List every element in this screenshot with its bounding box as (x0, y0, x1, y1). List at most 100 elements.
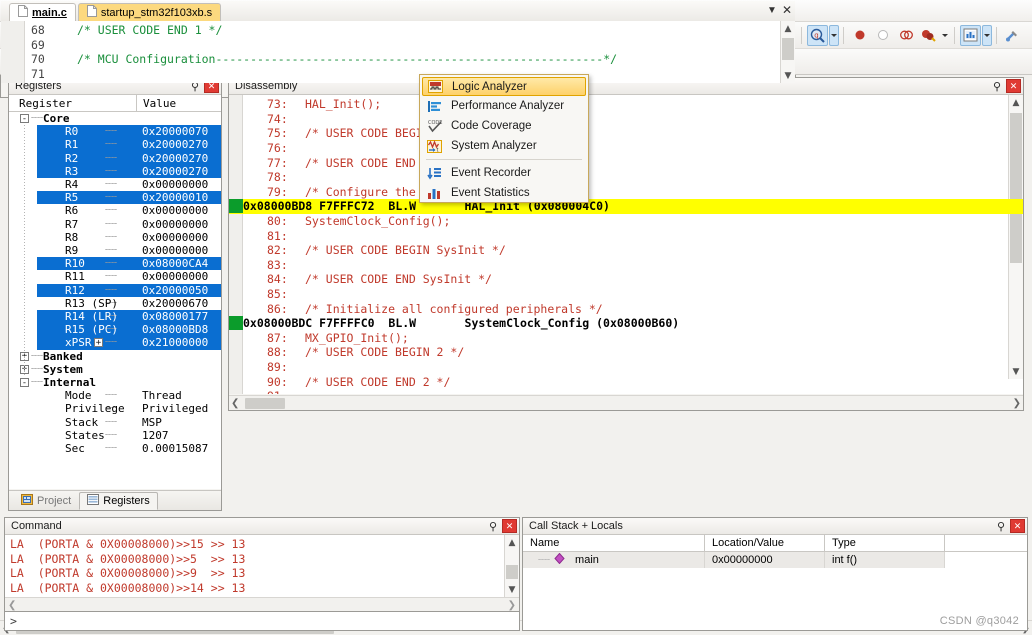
kill-all-breakpoints-icon[interactable] (918, 25, 939, 46)
register-row[interactable]: ┄┄ States 1207 (9, 429, 221, 442)
source-line[interactable]: 71 (1, 67, 795, 82)
disassembly-source-line[interactable]: 80: SystemClock_Config(); (229, 214, 1023, 229)
disassembly-source-line[interactable]: 83: (229, 258, 1023, 273)
disassembly-horizontal-scrollbar[interactable]: ❮ ❯ (229, 395, 1023, 410)
command-output-log[interactable]: ▲ ▼ LA (PORTA & 0X00008000)>>15 >> 13 LA … (5, 535, 519, 597)
breakpoint-marker-icon[interactable] (229, 316, 243, 331)
collapse-toggle-icon[interactable]: - (20, 114, 29, 123)
magnify-icon[interactable]: q (807, 24, 828, 46)
register-row[interactable]: ┄┄ Stack MSP (9, 416, 221, 429)
pin-icon[interactable]: ⚲ (990, 79, 1004, 93)
tab-registers[interactable]: Registers (79, 492, 158, 510)
disassembly-source-line[interactable]: 74: (229, 112, 1023, 127)
configure-wizard-icon[interactable] (1002, 25, 1023, 46)
register-row[interactable]: ┄┄ R0 0x20000070 (37, 125, 221, 139)
registers-tree[interactable]: - ┄┄ Core ┄┄ R0 0x20000070 ┄┄ R1 0x20000270 ┄┄ R2 0… (9, 112, 221, 489)
disassembly-source-line[interactable]: 77:/* USER CODE END Init */ (229, 155, 1023, 170)
disassembly-source-line[interactable]: 84: /* USER CODE END SysInit */ (229, 272, 1023, 287)
close-tab-icon[interactable]: ✕ (782, 3, 792, 17)
disassembly-source-line[interactable]: 85: (229, 287, 1023, 302)
close-icon[interactable]: ✕ (1006, 79, 1021, 93)
register-row[interactable]: ┄┄ R11 0x00000000 (9, 270, 221, 283)
disassembly-source-line[interactable]: 78: (229, 170, 1023, 185)
scroll-left-arrow[interactable]: ❮ (231, 398, 239, 409)
disassembly-source-line[interactable]: 91: (229, 389, 1023, 394)
menu-item-event-recorder[interactable]: Event Recorder (420, 163, 588, 183)
insert-breakpoint-icon[interactable] (849, 25, 870, 46)
system-viewer-dropdown-arrow[interactable] (982, 24, 992, 46)
register-row[interactable]: ┄┄ Sec 0.00015087 (9, 442, 221, 455)
system-viewer-icon[interactable] (960, 24, 981, 46)
source-line[interactable]: 70 /* MCU Configuration------------------… (1, 52, 795, 67)
close-icon[interactable]: ✕ (1010, 519, 1025, 533)
pin-icon[interactable]: ⚲ (486, 519, 500, 533)
scroll-right-arrow[interactable]: ❯ (508, 600, 516, 611)
register-row[interactable]: ┄┄ R7 0x00000000 (9, 218, 221, 231)
register-row[interactable]: ┄┄ Privilege Privileged (9, 402, 221, 415)
scroll-left-arrow[interactable]: ❮ (8, 600, 16, 611)
register-row[interactable]: ┄┄ R8 0x00000000 (9, 231, 221, 244)
disassembly-source-line[interactable]: 75:/* USER CODE BEGIN Init */ (229, 126, 1023, 141)
register-row[interactable]: - ┄┄ Core (9, 112, 221, 125)
command-vertical-scrollbar[interactable]: ▲ ▼ (504, 535, 519, 597)
disassembly-instruction[interactable]: 0x08000BDC F7FFFFC0 BL.W SystemClock_Con… (229, 316, 1023, 331)
source-line[interactable]: 68 /* USER CODE END 1 */ (1, 23, 795, 38)
call-stack-rows[interactable]: ┄┄ main 0x00000000 int f() CSDN @q3042 (523, 552, 1027, 630)
disassembly-source-line[interactable]: 73: HAL_Init(); (229, 97, 1023, 112)
register-row[interactable]: ┄┄ R9 0x00000000 (9, 244, 221, 257)
tab-list-dropdown-icon[interactable]: ▼ (767, 5, 777, 16)
disassembly-source-line[interactable]: 81: (229, 228, 1023, 243)
editor-tab-main-c[interactable]: main.c (9, 3, 76, 21)
register-row[interactable]: ┄┄ R1 0x20000270 (37, 138, 221, 152)
register-row[interactable]: - ┄┄ Internal (9, 376, 221, 389)
register-row[interactable]: +┄┄Banked (9, 350, 221, 363)
register-row[interactable]: ┄┄ R2 0x20000270 (37, 151, 221, 165)
pin-icon[interactable]: ⚲ (994, 519, 1008, 533)
analysis-windows-menu[interactable]: Logic Analyzer Performance Analyzer CODE Co… (419, 74, 589, 203)
scroll-up-arrow[interactable]: ▲ (505, 535, 519, 550)
disassembly-source-line[interactable]: 90: /* USER CODE END 2 */ (229, 374, 1023, 389)
disable-breakpoint-icon[interactable] (872, 25, 893, 46)
menu-item-performance-analyzer[interactable]: Performance Analyzer (420, 96, 588, 116)
disassembly-source-line[interactable]: 86: /* Initialize all configured peripher… (229, 301, 1023, 316)
command-input[interactable]: > (5, 611, 519, 630)
collapse-toggle-icon[interactable]: - (20, 378, 29, 387)
kill-breakpoints-dropdown-arrow[interactable] (940, 25, 950, 46)
disassembly-source-line[interactable]: 79:/* Configure the system clock */ (229, 185, 1023, 200)
call-stack-row[interactable]: ┄┄ main 0x00000000 int f() (523, 552, 1027, 568)
disassembly-source-line[interactable]: 82: /* USER CODE BEGIN SysInit */ (229, 243, 1023, 258)
disassembly-source-line[interactable]: 87: MX_GPIO_Init(); (229, 331, 1023, 346)
source-code-view[interactable]: ▲ ▼ 68/* USER CODE END 1 */69 70/* MCU Co… (1, 21, 795, 83)
menu-item-event-statistics[interactable]: Event Statistics (420, 183, 588, 203)
magnify-dropdown-arrow[interactable] (829, 24, 839, 46)
register-row[interactable]: ┄┄ R15 (PC) 0x08000BD8 (37, 323, 221, 337)
register-row[interactable]: ┄┄ R3 0x20000270 (37, 164, 221, 178)
command-horizontal-scrollbar[interactable]: ❮ ❯ (5, 597, 519, 612)
disassembly-source-line[interactable]: 76: (229, 141, 1023, 156)
register-row[interactable]: ┄┄ R6 0x00000000 (9, 204, 221, 217)
disassembly-source-line[interactable]: 88: /* USER CODE BEGIN 2 */ (229, 345, 1023, 360)
breakpoint-marker-icon[interactable] (229, 199, 243, 214)
register-row[interactable]: ┄┄ R12 0x20000050 (37, 283, 221, 297)
scroll-right-arrow[interactable]: ❯ (1013, 398, 1021, 409)
scroll-thumb[interactable] (245, 397, 285, 409)
disable-all-breakpoints-icon[interactable] (895, 25, 916, 46)
register-row[interactable]: ┄┄ R5 0x20000010 (37, 191, 221, 205)
register-row[interactable]: ┄┄ R4 0x00000000 (9, 178, 221, 191)
menu-item-system-analyzer[interactable]: t System Analyzer (420, 136, 588, 156)
register-row[interactable]: ┄┄ R14 (LR) 0x08000177 (37, 310, 221, 324)
menu-item-logic-analyzer[interactable]: Logic Analyzer (422, 77, 586, 96)
register-row[interactable]: ┄┄ R13 (SP) 0x20000670 (9, 297, 221, 310)
close-icon[interactable]: ✕ (502, 519, 517, 533)
tab-project[interactable]: Project (13, 492, 79, 510)
register-row[interactable]: +┄┄System (9, 363, 221, 376)
register-row[interactable]: ┄┄ Mode Thread (9, 389, 221, 402)
register-row[interactable]: ┄┄ R10 0x08000CA4 (37, 257, 221, 271)
disassembly-current-instruction[interactable]: 0x08000BD8 F7FFFC72 BL.W HAL_Init (0x080… (229, 199, 1023, 214)
disassembly-source-line[interactable]: 89: (229, 360, 1023, 375)
disassembly-code-view[interactable]: ▲ ▼ 73: HAL_Init(); 74: 75:/* USER CODE BEG… (229, 95, 1023, 394)
source-line[interactable]: 69 (1, 38, 795, 53)
scroll-thumb[interactable] (506, 565, 518, 579)
register-row[interactable]: + ┄┄ xPSR 0x21000000 (37, 336, 221, 350)
scroll-down-arrow[interactable]: ▼ (505, 582, 519, 597)
